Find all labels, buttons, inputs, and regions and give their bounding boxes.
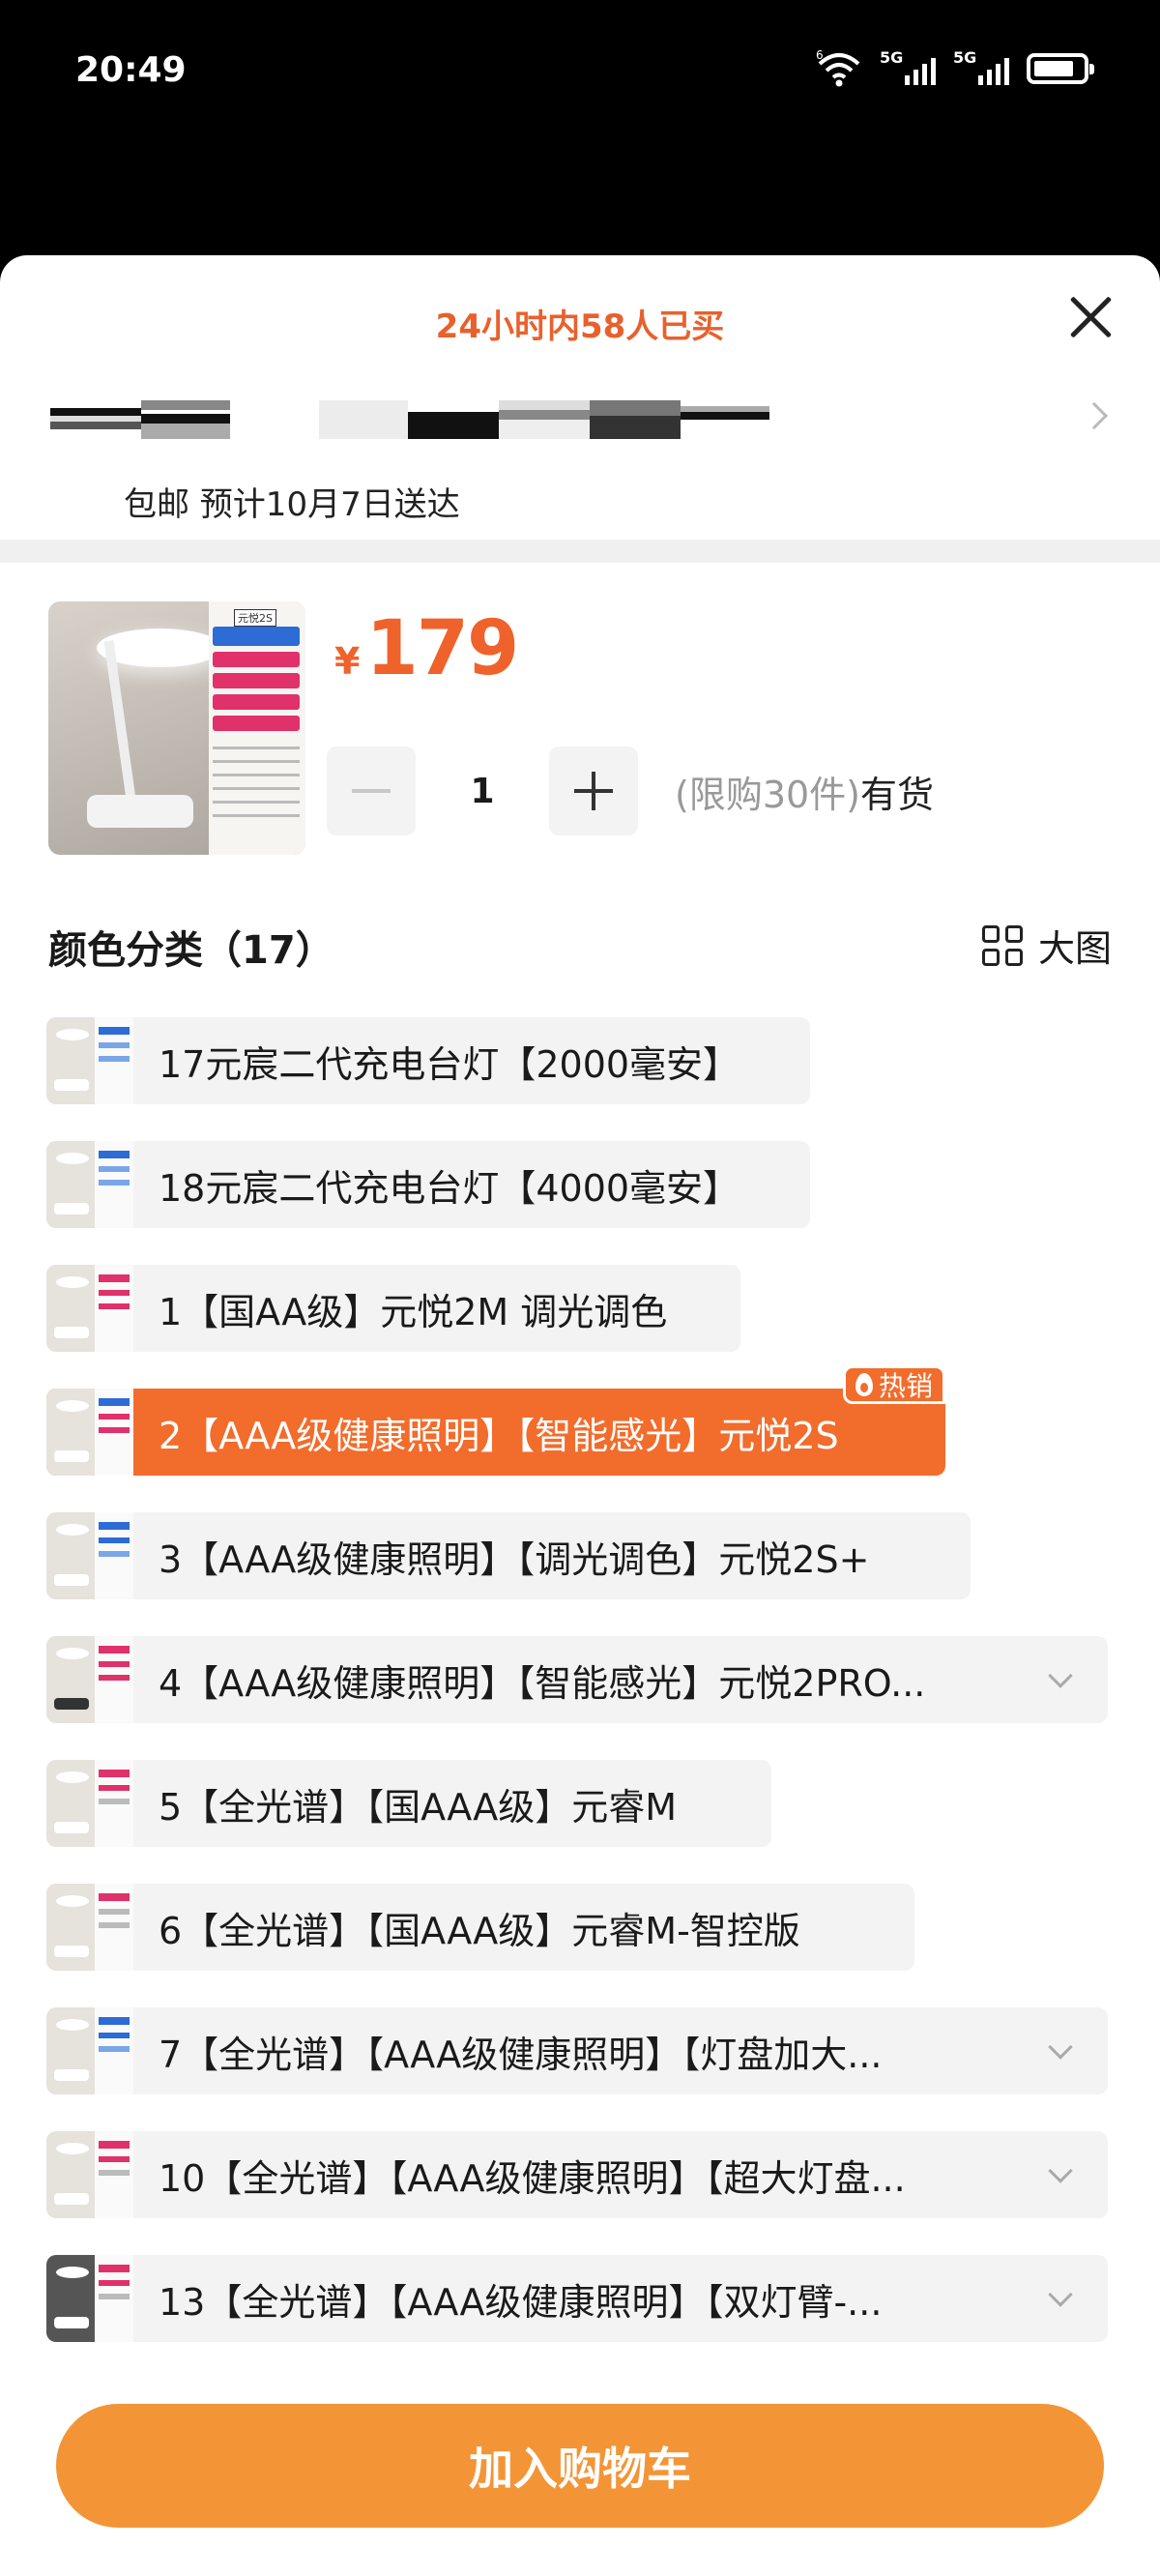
option-label: 7【全光谱】【AAA级健康照明】【灯盘加大...	[159, 2033, 883, 2076]
stock-info: (限购30件)有货	[675, 765, 934, 818]
redacted-address	[141, 400, 230, 439]
option-label: 13【全光谱】【AAA级健康照明】【双灯臂-...	[159, 2280, 883, 2324]
add-to-cart-button[interactable]: 加入购物车	[56, 2404, 1104, 2528]
currency-symbol: ¥	[334, 640, 361, 683]
option-thumbnail	[46, 1141, 133, 1228]
option-thumbnail	[46, 1265, 133, 1352]
option-item-selected[interactable]: 2【AAA级健康照明】【智能感光】元悦2S 热销	[46, 1365, 945, 1476]
option-label: 3【AAA级健康照明】【调光调色】元悦2S+	[159, 1537, 870, 1581]
close-icon[interactable]	[1063, 290, 1117, 344]
option-item[interactable]: 3【AAA级健康照明】【调光调色】元悦2S+	[46, 1512, 971, 1599]
option-label: 5【全光谱】【国AAA级】元睿M	[159, 1785, 678, 1829]
sku-sheet: 24小时内58人已买 包邮 预计10月7日送达 元悦2S ¥ 179 1 (限购…	[0, 255, 1160, 2576]
option-thumbnail	[46, 1017, 133, 1104]
option-label: 6【全光谱】【国AAA级】元睿M-智控版	[159, 1909, 800, 1952]
thumb-badge: 元悦2S	[234, 609, 276, 627]
decrease-button[interactable]	[327, 746, 416, 835]
option-item[interactable]: 1【国AA级】元悦2M 调光调色	[46, 1265, 740, 1352]
battery-icon	[1027, 53, 1094, 84]
option-label: 18元宸二代充电台灯【4000毫安】	[159, 1166, 740, 1210]
big-image-toggle[interactable]: 大图	[981, 919, 1112, 972]
option-item[interactable]: 13【全光谱】【AAA级健康照明】【双灯臂-...	[46, 2255, 1108, 2342]
signal-icon-sim1: 5G	[880, 48, 936, 89]
option-item[interactable]: 18元宸二代充电台灯【4000毫安】	[46, 1141, 810, 1228]
quantity-value[interactable]: 1	[416, 772, 549, 811]
increase-button[interactable]	[549, 746, 638, 835]
status-bar: 20:49 6 5G 5G	[0, 0, 1160, 145]
option-thumbnail	[46, 1884, 133, 1971]
option-item[interactable]: 6【全光谱】【国AAA级】元睿M-智控版	[46, 1884, 914, 1971]
chevron-down-icon[interactable]	[1048, 2034, 1073, 2060]
redacted-address	[319, 400, 769, 439]
option-label: 10【全光谱】【AAA级健康照明】【超大灯盘...	[159, 2156, 906, 2200]
option-thumbnail	[46, 2255, 133, 2342]
option-label: 17元宸二代充电台灯【2000毫安】	[159, 1042, 740, 1086]
chevron-down-icon[interactable]	[1048, 2282, 1073, 2307]
price-value: 179	[365, 605, 519, 692]
wifi-tag: 6	[816, 48, 824, 62]
hot-label: 热销	[878, 1370, 933, 1402]
option-item[interactable]: 5【全光谱】【国AAA级】元睿M	[46, 1760, 771, 1847]
product-summary: 元悦2S ¥ 179 1 (限购30件)有货	[0, 601, 1160, 872]
option-item[interactable]: 17元宸二代充电台灯【2000毫安】	[46, 1017, 810, 1104]
status-time: 20:49	[75, 50, 187, 90]
grid-icon	[981, 924, 1023, 966]
option-thumbnail	[46, 2131, 133, 2218]
purchase-count-note: 24小时内58人已买	[435, 307, 725, 346]
product-thumbnail[interactable]: 元悦2S	[48, 601, 305, 855]
chevron-down-icon[interactable]	[1048, 2158, 1073, 2183]
option-thumbnail	[46, 1512, 133, 1599]
delivery-info: 包邮 预计10月7日送达	[124, 485, 460, 524]
hot-badge: 热销	[842, 1365, 945, 1404]
signal-tag: 5G	[953, 48, 977, 67]
option-item[interactable]: 7【全光谱】【AAA级健康照明】【灯盘加大...	[46, 2007, 1108, 2094]
signal-tag: 5G	[880, 48, 904, 67]
option-thumbnail	[46, 1760, 133, 1847]
option-label: 4【AAA级健康照明】【智能感光】元悦2PRO...	[159, 1661, 926, 1705]
option-label: 2【AAA级健康照明】【智能感光】元悦2S	[159, 1414, 839, 1457]
fire-icon	[855, 1373, 873, 1396]
purchase-limit: (限购30件)	[675, 773, 861, 816]
quantity-stepper: 1 (限购30件)有货	[327, 746, 934, 835]
status-icons: 6 5G 5G	[816, 48, 1094, 89]
signal-icon-sim2: 5G	[953, 48, 1009, 89]
option-thumbnail	[46, 1389, 133, 1476]
option-thumbnail	[46, 1636, 133, 1723]
big-image-label: 大图	[1037, 927, 1112, 970]
option-thumbnail	[46, 2007, 133, 2094]
chevron-down-icon[interactable]	[1048, 1663, 1073, 1688]
option-item[interactable]: 4【AAA级健康照明】【智能感光】元悦2PRO...	[46, 1636, 1108, 1723]
price: ¥ 179	[334, 605, 519, 692]
option-item[interactable]: 10【全光谱】【AAA级健康照明】【超大灯盘...	[46, 2131, 1108, 2218]
section-divider	[0, 540, 1160, 563]
wifi-icon: 6	[816, 48, 862, 89]
option-label: 1【国AA级】元悦2M 调光调色	[159, 1290, 668, 1333]
stock-status: 有货	[860, 773, 935, 816]
section-title: 颜色分类（17）	[48, 928, 334, 973]
chevron-right-icon[interactable]	[1080, 401, 1109, 430]
